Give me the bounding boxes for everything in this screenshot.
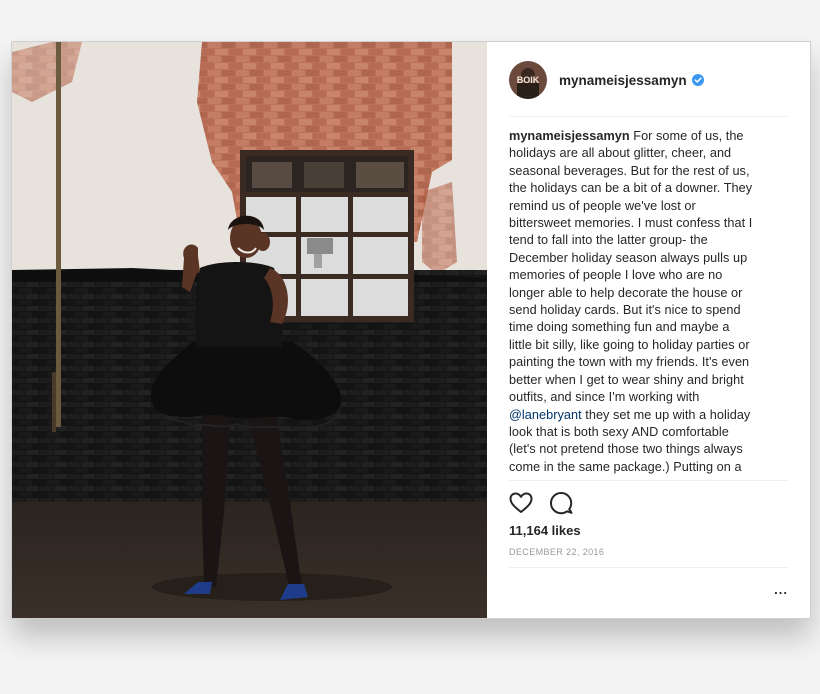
post-sidebar: BOIK mynameisjessamyn mynameisjessamyn F… [487, 42, 810, 618]
comment-icon[interactable] [548, 490, 574, 516]
avatar-text: BOIK [517, 75, 540, 85]
footer-divider [509, 567, 788, 568]
post-actions [508, 488, 588, 518]
caption-line: little bit silly, like going to holiday … [509, 337, 750, 352]
caption-line: memories of people I love who are no [509, 268, 723, 283]
caption-line: December holiday season always pulls up [509, 250, 748, 265]
caption-line: tend to fall into the latter group- the [509, 233, 708, 248]
verified-badge-icon [691, 74, 704, 86]
caption-line: look that is both sexy AND comfortable [509, 424, 729, 439]
header-username[interactable]: mynameisjessamyn [559, 73, 687, 88]
avatar-image: BOIK [509, 61, 547, 99]
heart-icon[interactable] [508, 490, 534, 516]
caption-line: painting the town with my friends. It's … [509, 355, 750, 370]
caption-line: bittersweet memories. I must confess tha… [509, 216, 753, 231]
caption-line: remind us of people we've lost or [509, 198, 696, 213]
caption-line: For some of us, the [633, 129, 744, 143]
caption-line: seasonal beverages. But for the rest of … [509, 163, 750, 178]
post-photo[interactable] [12, 42, 487, 618]
caption-line: send holiday cards. But it's nice to spe… [509, 303, 741, 318]
post-date[interactable]: DECEMBER 22, 2016 [509, 547, 604, 557]
post-header: BOIK mynameisjessamyn [509, 60, 788, 100]
caption-line: (let's not pretend those two things alwa… [509, 442, 743, 457]
caption-line: better when I get to wear shiny and brig… [509, 372, 744, 387]
more-options-button[interactable]: ... [774, 583, 788, 596]
caption-line: come in the same package.) Putting on a [509, 459, 742, 474]
caption-line: holidays are all about glitter, cheer, a… [509, 146, 732, 161]
caption-line: outfits, and since I'm working with [509, 390, 700, 405]
caption-line: longer able to help decorate the house o… [509, 285, 743, 300]
caption-line: time doing something fun and maybe a [509, 320, 730, 335]
profile-avatar[interactable]: BOIK [509, 61, 547, 99]
post-caption: mynameisjessamyn For some of us, the hol… [509, 128, 773, 476]
photo-illustration [12, 42, 487, 618]
caption-line: they set me up with a holiday [581, 407, 751, 422]
caption-line: the holidays can be a bit of a downer. T… [509, 181, 753, 196]
caption-username[interactable]: mynameisjessamyn [509, 129, 630, 143]
mention-link[interactable]: @lanebryant [509, 408, 582, 422]
instagram-post-card: BOIK mynameisjessamyn mynameisjessamyn F… [11, 41, 811, 619]
header-divider [509, 116, 788, 117]
likes-count[interactable]: 11,164 likes [509, 523, 581, 538]
caption-divider [509, 480, 788, 481]
